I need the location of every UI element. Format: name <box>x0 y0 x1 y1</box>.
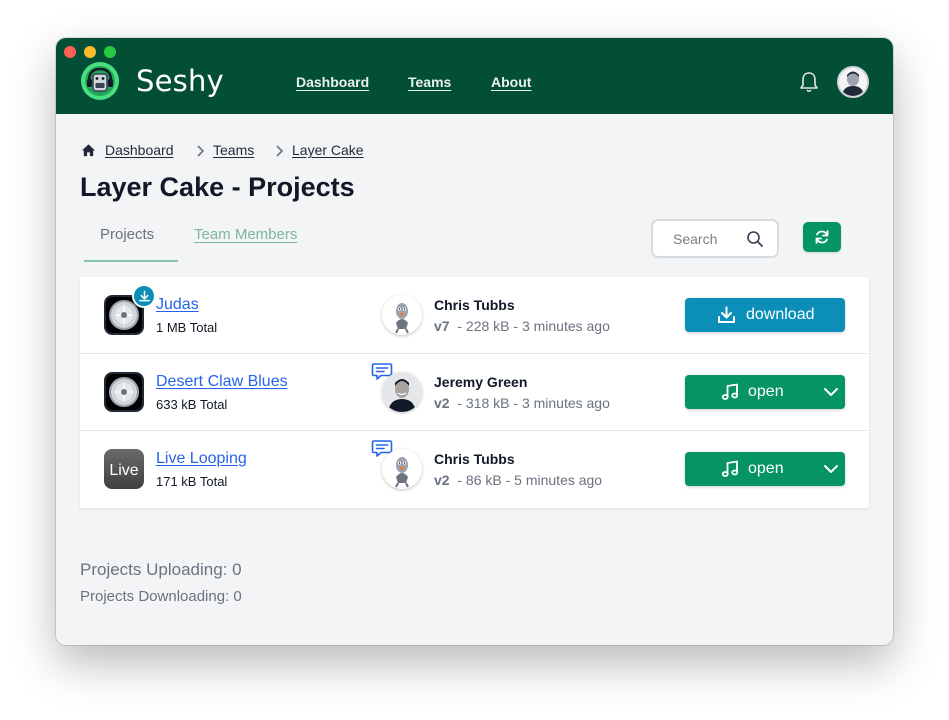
nav-about-link[interactable]: About <box>491 74 531 90</box>
version-number: v7 <box>434 318 450 334</box>
refresh-button[interactable] <box>803 222 841 252</box>
nav-teams-link[interactable]: Teams <box>408 74 451 90</box>
breadcrumb-teams[interactable]: Teams <box>213 142 254 158</box>
breadcrumb-current[interactable]: Layer Cake <box>292 142 364 158</box>
user-name: Jeremy Green <box>434 374 528 390</box>
avatar <box>382 295 422 335</box>
seshy-logo-icon[interactable] <box>80 61 120 101</box>
project-row: Live Live Looping 171 kB Total Chris Tub… <box>80 431 869 508</box>
user-name: Chris Tubbs <box>434 297 515 313</box>
download-button-label: download <box>746 306 815 323</box>
project-size: 1 MB Total <box>156 320 218 335</box>
version-number: v2 <box>434 472 450 488</box>
user-name: Chris Tubbs <box>434 451 515 467</box>
chevron-right-icon <box>276 145 284 157</box>
version-number: v2 <box>434 395 450 411</box>
music-note-icon <box>721 460 739 477</box>
download-icon <box>718 306 735 323</box>
app-window: Seshy Dashboard Teams About Dashboard Te… <box>56 38 893 645</box>
bell-icon[interactable] <box>799 71 819 93</box>
minimize-window-button[interactable] <box>84 46 96 58</box>
project-name-link[interactable]: Desert Claw Blues <box>156 373 288 391</box>
page-title: Layer Cake - Projects <box>80 172 355 202</box>
active-tab-indicator <box>84 260 178 262</box>
avatar[interactable] <box>837 66 869 98</box>
version-info: v7 - 228 kB - 3 minutes ago <box>434 318 610 334</box>
nav-dashboard-link[interactable]: Dashboard <box>296 74 369 90</box>
open-button-label: open <box>748 460 784 477</box>
project-row: Judas 1 MB Total Chris Tubbs v7 - 228 kB… <box>80 277 869 354</box>
breadcrumb-dashboard[interactable]: Dashboard <box>105 142 174 158</box>
project-name-link[interactable]: Live Looping <box>156 450 247 468</box>
tab-team-members[interactable]: Team Members <box>194 226 297 243</box>
version-info: v2 - 318 kB - 3 minutes ago <box>434 395 610 411</box>
version-detail: - 86 kB - 5 minutes ago <box>457 472 603 488</box>
chevron-right-icon <box>197 145 205 157</box>
downloading-status: Projects Downloading: 0 <box>80 588 242 605</box>
open-button-label: open <box>748 383 784 400</box>
tab-projects[interactable]: Projects <box>100 226 154 243</box>
project-row: Desert Claw Blues 633 kB Total Jeremy Gr… <box>80 354 869 431</box>
open-button[interactable]: open <box>685 452 845 486</box>
search-placeholder: Search <box>673 231 718 247</box>
download-button[interactable]: download <box>685 298 845 332</box>
chevron-down-icon[interactable] <box>823 385 839 399</box>
app-name: Seshy <box>136 64 224 98</box>
music-note-icon <box>721 383 739 400</box>
logic-pro-icon <box>104 372 144 412</box>
close-window-button[interactable] <box>64 46 76 58</box>
uploading-status: Projects Uploading: 0 <box>80 560 242 579</box>
version-detail: - 228 kB - 3 minutes ago <box>457 318 610 334</box>
download-available-badge <box>132 284 156 308</box>
avatar <box>382 372 422 412</box>
project-list: Judas 1 MB Total Chris Tubbs v7 - 228 kB… <box>80 277 869 508</box>
project-size: 171 kB Total <box>156 474 228 489</box>
home-icon[interactable] <box>81 143 96 158</box>
ableton-live-icon: Live <box>104 449 144 489</box>
chevron-down-icon[interactable] <box>823 462 839 476</box>
live-icon-text: Live <box>109 462 138 479</box>
avatar <box>382 449 422 489</box>
refresh-icon <box>815 230 829 244</box>
project-name-link[interactable]: Judas <box>156 296 199 314</box>
download-icon <box>139 290 150 302</box>
version-detail: - 318 kB - 3 minutes ago <box>457 395 610 411</box>
version-info: v2 - 86 kB - 5 minutes ago <box>434 472 602 488</box>
zoom-window-button[interactable] <box>104 46 116 58</box>
project-size: 633 kB Total <box>156 397 228 412</box>
open-button[interactable]: open <box>685 375 845 409</box>
search-input[interactable]: Search <box>651 219 779 258</box>
search-icon[interactable] <box>746 230 764 248</box>
header-bar: Seshy Dashboard Teams About <box>56 38 893 114</box>
